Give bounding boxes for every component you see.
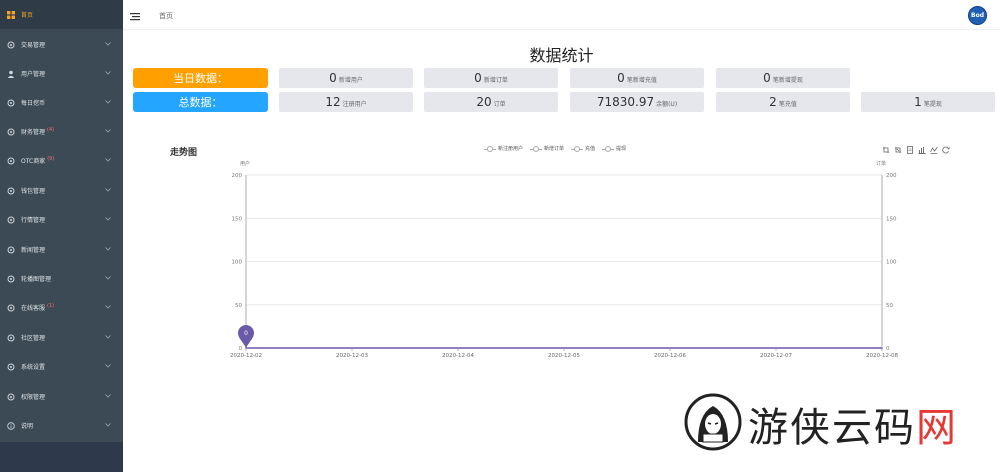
x-tick-label: 2020-12-04 <box>442 353 474 359</box>
watermark-logo: 游侠云码网 <box>683 390 983 460</box>
y-tick-label-right: 100 <box>886 260 897 266</box>
markpoint-label: 0 <box>244 330 248 337</box>
y-tick-label-right: 200 <box>886 173 897 179</box>
data-point <box>775 347 777 349</box>
watermark-text-accent: 网 <box>916 405 958 451</box>
y-tick-label-left: 150 <box>232 216 243 222</box>
data-point <box>563 347 565 349</box>
watermark-text-main: 游侠云码 <box>748 405 916 451</box>
x-tick-label: 2020-12-06 <box>654 353 686 359</box>
data-point <box>669 347 671 349</box>
y-tick-label-left: 50 <box>235 303 242 309</box>
data-point <box>457 347 459 349</box>
y-tick-label-right: 0 <box>886 346 890 352</box>
data-point <box>351 347 353 349</box>
x-tick-label: 2020-12-05 <box>548 353 580 359</box>
y-tick-label-right: 50 <box>886 303 893 309</box>
x-tick-label: 2020-12-07 <box>760 353 792 359</box>
x-tick-label: 2020-12-08 <box>866 353 898 359</box>
y-tick-label-left: 100 <box>232 260 243 266</box>
hacker-logo-icon <box>684 393 742 451</box>
x-tick-label: 2020-12-02 <box>230 353 262 359</box>
y-tick-label-left: 200 <box>232 173 243 179</box>
y-axis-right-title: 订单 <box>876 160 886 167</box>
watermark-text: 游侠云码网 <box>748 395 958 453</box>
app-window: 首页 交易管理 用户管理 每日挖币 财务管理 (4) OTC商家 (9) 钱包管理 行情管理 新闻管… <box>0 0 1000 472</box>
y-axis-left-title: 用户 <box>240 160 250 167</box>
x-tick-label: 2020-12-03 <box>336 353 368 359</box>
y-tick-label-right: 150 <box>886 216 897 222</box>
data-point <box>881 347 883 349</box>
y-tick-label-left: 0 <box>239 346 243 352</box>
